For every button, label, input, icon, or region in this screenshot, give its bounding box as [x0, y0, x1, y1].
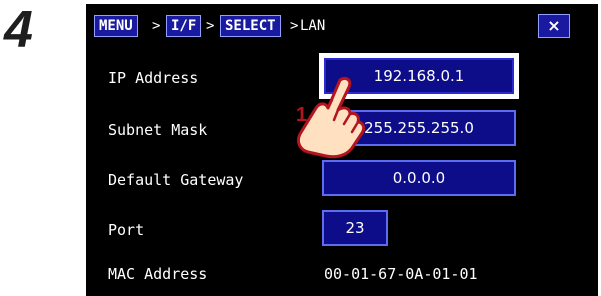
lan-settings-screen: MENU > I/F > SELECT > LAN × IP Address 1…: [86, 4, 598, 296]
breadcrumb-if[interactable]: I/F: [166, 15, 202, 37]
mac-address-label: MAC Address: [108, 265, 208, 283]
breadcrumb-separator: >: [290, 18, 299, 34]
subnet-mask-label: Subnet Mask: [108, 121, 208, 139]
port-label: Port: [108, 221, 145, 239]
ip-address-label: IP Address: [108, 69, 199, 87]
breadcrumb-current: LAN: [300, 18, 326, 34]
breadcrumb-select[interactable]: SELECT: [220, 15, 281, 37]
step-number: 4: [4, 1, 33, 59]
breadcrumb-separator: >: [206, 18, 215, 34]
breadcrumb-separator: >: [152, 18, 161, 34]
default-gateway-label: Default Gateway: [108, 171, 244, 189]
close-icon: ×: [547, 16, 561, 35]
default-gateway-field[interactable]: 0.0.0.0: [322, 160, 516, 196]
title-bar: MENU > I/F > SELECT > LAN ×: [86, 4, 598, 44]
step-marker: 1: [296, 104, 308, 126]
port-field[interactable]: 23: [322, 210, 388, 246]
close-button[interactable]: ×: [538, 14, 570, 38]
mac-address-value: 00-01-67-0A-01-01: [324, 265, 478, 283]
breadcrumb-menu[interactable]: MENU: [94, 15, 138, 37]
